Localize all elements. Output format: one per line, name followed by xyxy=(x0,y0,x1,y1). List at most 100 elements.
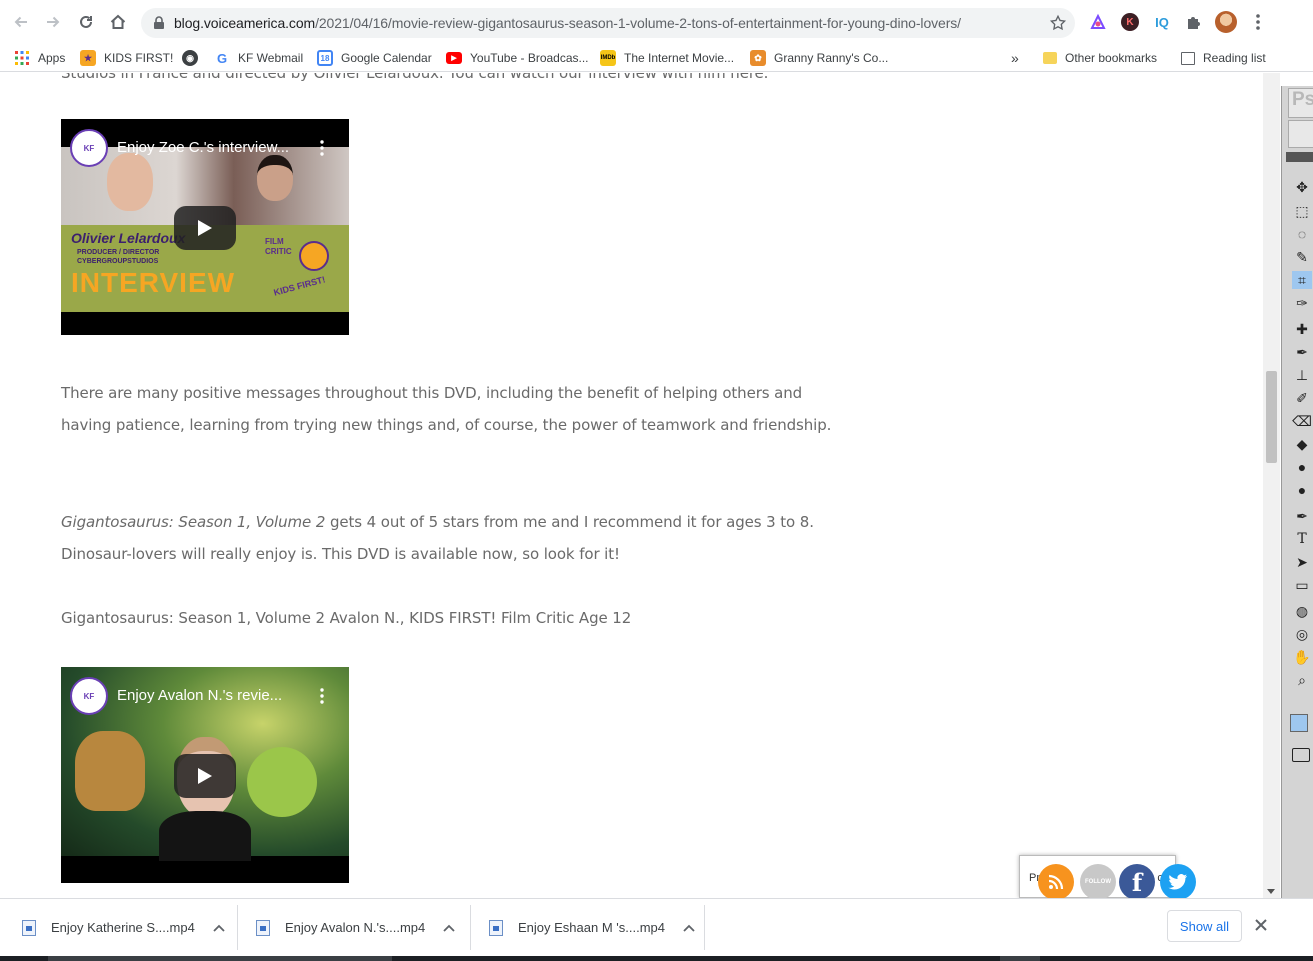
3d-rotate-tool-icon[interactable]: ◍ xyxy=(1292,602,1312,620)
bookmark-label: Other bookmarks xyxy=(1065,51,1158,65)
youtube-embed-review[interactable]: KF Enjoy Avalon N.'s revie... xyxy=(61,667,349,883)
chevron-up-icon[interactable] xyxy=(213,924,225,932)
taskbar-segment xyxy=(48,956,392,961)
crop-tool-icon[interactable]: ⌗ xyxy=(1292,271,1312,289)
calendar-icon: 18 xyxy=(317,50,333,66)
scroll-down-arrow-icon[interactable] xyxy=(1267,889,1275,894)
bookmark-star-icon[interactable] xyxy=(1049,14,1067,32)
brush-tool-icon[interactable]: ✒ xyxy=(1292,343,1312,361)
zoom-tool-icon[interactable]: ⌕ xyxy=(1292,671,1312,689)
type-tool-icon[interactable]: T xyxy=(1292,530,1312,548)
facebook-button[interactable]: f xyxy=(1119,864,1155,900)
thumb-role2: CYBERGROUPSTUDIOS xyxy=(77,258,159,265)
bookmark-apps[interactable]: Apps xyxy=(14,47,65,69)
reload-icon xyxy=(80,15,92,28)
eyedropper-tool-icon[interactable]: ✑ xyxy=(1292,294,1312,312)
channel-avatar[interactable]: KF xyxy=(70,129,108,167)
reading-list-icon xyxy=(1181,51,1195,65)
bookmark-granny-ranny[interactable]: ✿ Granny Ranny's Co... xyxy=(750,47,888,69)
url-path: /2021/04/16/movie-review-gigantosaurus-s… xyxy=(315,15,961,31)
play-button[interactable] xyxy=(174,754,236,798)
reviewer-body xyxy=(159,811,251,861)
eraser-tool-icon[interactable]: ⌫ xyxy=(1292,412,1312,430)
arrow-right-icon xyxy=(47,16,60,28)
download-item[interactable]: Enjoy Avalon N.'s....mp4 xyxy=(256,899,455,956)
bookmark-youtube[interactable]: ▶ YouTube - Broadcas... xyxy=(446,47,589,69)
move-tool-icon[interactable]: ✥ xyxy=(1292,178,1312,196)
show-all-downloads-button[interactable]: Show all xyxy=(1167,910,1242,942)
hand-tool-icon[interactable]: ✋ xyxy=(1292,648,1312,666)
bookmark-label: Granny Ranny's Co... xyxy=(774,51,889,65)
profile-avatar[interactable] xyxy=(1215,11,1237,33)
stamp-tool-icon[interactable]: ⊥ xyxy=(1292,366,1312,384)
bookmark-other-folder[interactable]: Other bookmarks xyxy=(1043,47,1157,69)
3d-orbit-tool-icon[interactable]: ◎ xyxy=(1292,625,1312,643)
kebab-menu-icon xyxy=(1256,14,1260,30)
article-text-top-cut: Studios in France and directed by Olivie… xyxy=(61,73,769,82)
extensions-button[interactable] xyxy=(1183,11,1205,33)
thumb-name: Olivier Lelardoux xyxy=(71,230,186,246)
rectangle-tool-icon[interactable]: ▭ xyxy=(1292,576,1312,594)
pen-tool-icon[interactable]: ✒ xyxy=(1292,507,1312,525)
video-title[interactable]: Enjoy Avalon N.'s revie... xyxy=(117,687,282,704)
download-item[interactable]: Enjoy Eshaan M 's....mp4 xyxy=(489,899,695,956)
history-brush-tool-icon[interactable]: ✐ xyxy=(1292,389,1312,407)
play-button[interactable] xyxy=(174,206,236,250)
chevron-up-icon[interactable] xyxy=(443,924,455,932)
photoshop-crop-preset[interactable] xyxy=(1288,120,1313,148)
k-avatar-icon: K xyxy=(1121,13,1139,31)
badge-star-icon xyxy=(299,241,329,271)
lasso-tool-icon[interactable]: ◌ xyxy=(1292,225,1312,243)
extension-iq[interactable]: IQ xyxy=(1151,11,1173,33)
article-paragraph-1-line-2: having patience, learning from trying ne… xyxy=(61,416,832,434)
reading-list-button[interactable]: Reading list xyxy=(1181,47,1266,69)
follow-button[interactable]: FOLLOW xyxy=(1080,864,1116,900)
dodge-tool-icon[interactable]: ● xyxy=(1292,481,1312,499)
photoshop-logo: Ps xyxy=(1288,88,1313,118)
quick-select-tool-icon[interactable]: ✎ xyxy=(1292,248,1312,266)
presenter-head-right xyxy=(257,155,293,201)
scrollbar-thumb[interactable] xyxy=(1266,371,1277,463)
back-button[interactable] xyxy=(9,10,33,34)
foreground-color-swatch[interactable] xyxy=(1290,714,1308,732)
quick-mask-icon[interactable] xyxy=(1292,748,1310,762)
social-follow-widget: Pr&cy FOLLOW f xyxy=(1019,855,1196,900)
badge-line2: CRITIC xyxy=(265,247,292,256)
bookmark-kf-webmail[interactable]: G KF Webmail xyxy=(214,47,303,69)
bookmark-kids-first[interactable]: ★ KIDS FIRST! xyxy=(80,47,173,69)
bookmark-imdb[interactable]: IMDb The Internet Movie... xyxy=(600,47,734,69)
close-icon[interactable] xyxy=(1254,918,1268,932)
reload-button[interactable] xyxy=(74,10,98,34)
kids-first-icon: ★ xyxy=(80,50,96,66)
rss-button[interactable] xyxy=(1038,864,1074,900)
address-bar[interactable]: blog.voiceamerica.com/2021/04/16/movie-r… xyxy=(141,8,1075,38)
youtube-embed-interview[interactable]: Olivier Lelardoux PRODUCER / DIRECTOR CY… xyxy=(61,119,349,335)
bookmarks-overflow-button[interactable]: » xyxy=(1011,47,1019,69)
page-scrollbar[interactable] xyxy=(1263,73,1280,898)
video-menu-icon[interactable] xyxy=(319,687,325,705)
paint-bucket-tool-icon[interactable]: ◆ xyxy=(1292,435,1312,453)
bookmark-label: YouTube - Broadcas... xyxy=(470,51,589,65)
extension-k-avatar[interactable]: K xyxy=(1119,11,1141,33)
chevron-up-icon[interactable] xyxy=(683,924,695,932)
download-separator xyxy=(470,905,471,950)
chrome-menu-button[interactable] xyxy=(1247,11,1269,33)
home-button[interactable] xyxy=(106,10,130,34)
channel-avatar[interactable]: KF xyxy=(70,677,108,715)
bookmark-label: KIDS FIRST! xyxy=(104,51,174,65)
recipe-icon: ✿ xyxy=(750,50,766,66)
download-separator xyxy=(704,905,705,950)
kids-first-film-critic-badge: FILM CRITIC KIDS FIRST! xyxy=(265,237,339,303)
marquee-tool-icon[interactable]: ⬚ xyxy=(1292,202,1312,220)
healing-brush-tool-icon[interactable]: ✚ xyxy=(1292,320,1312,338)
extension-color-triangle[interactable] xyxy=(1087,11,1109,33)
video-menu-icon[interactable] xyxy=(319,139,325,157)
video-title[interactable]: Enjoy Zoe C.'s interview... xyxy=(117,139,289,156)
forward-button[interactable] xyxy=(41,10,65,34)
blur-tool-icon[interactable]: ● xyxy=(1292,458,1312,476)
path-select-tool-icon[interactable]: ➤ xyxy=(1292,553,1312,571)
bookmark-google-calendar[interactable]: 18 Google Calendar xyxy=(317,47,432,69)
download-item[interactable]: Enjoy Katherine S....mp4 xyxy=(22,899,225,956)
twitter-button[interactable] xyxy=(1160,864,1196,900)
bookmark-globe[interactable]: ◉ xyxy=(182,47,206,69)
